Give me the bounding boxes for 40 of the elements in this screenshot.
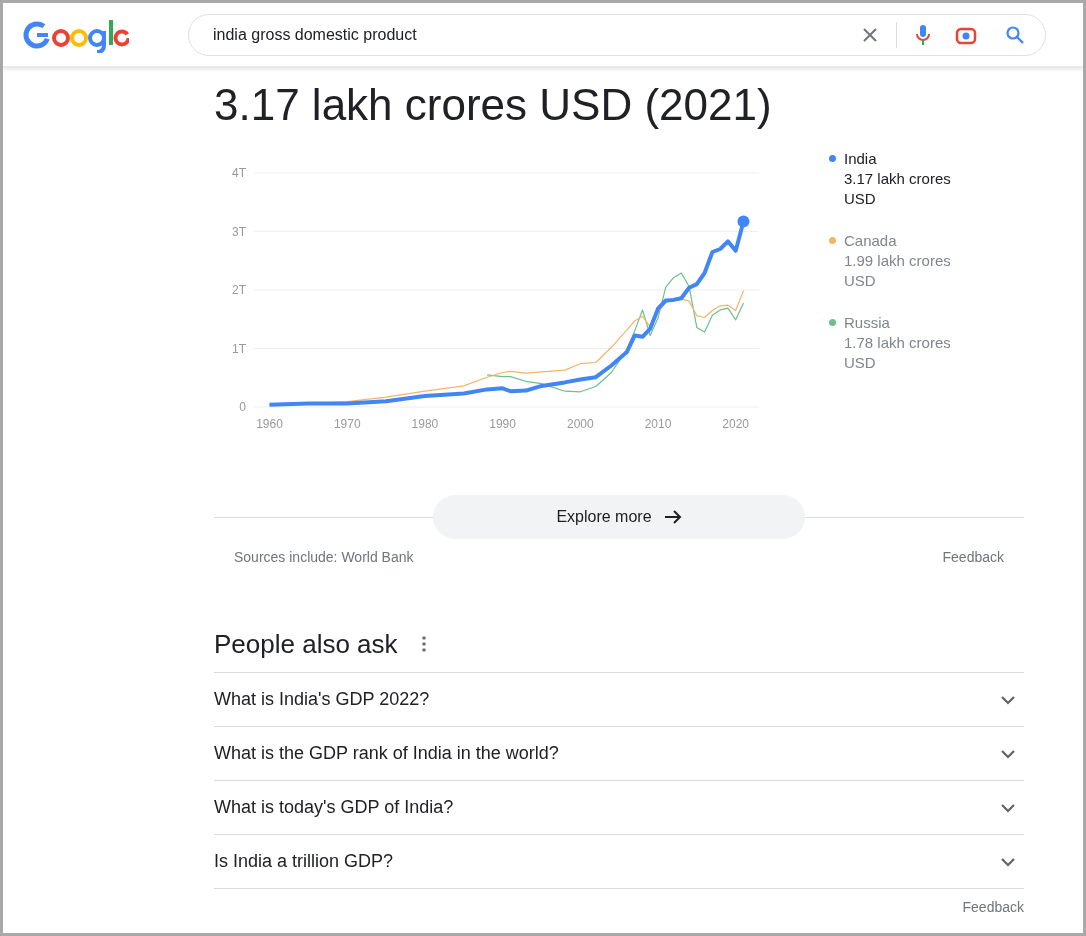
y-tick-label: 0 <box>239 400 246 414</box>
feedback-link[interactable]: Feedback <box>942 547 1004 568</box>
legend-item[interactable]: Russia 1.78 lakh crores USD <box>844 313 969 373</box>
x-tick-label: 2010 <box>644 417 672 431</box>
question-text: Is India a trillion GDP? <box>214 850 394 873</box>
chevron-down-icon <box>1000 748 1016 759</box>
question-row[interactable]: What is the GDP rank of India in the world? <box>214 727 1024 781</box>
y-tick-label: 2T <box>232 283 246 297</box>
feedback-link[interactable]: Feedback <box>962 897 1024 918</box>
chevron-down-icon <box>1000 856 1016 867</box>
x-tick-label: 1960 <box>256 417 283 431</box>
x-tick-label: 1980 <box>411 417 439 431</box>
sources-text: Sources include: World Bank <box>234 548 414 567</box>
question-row[interactable]: What is today's GDP of India? <box>214 781 1024 835</box>
y-tick-label: 3T <box>232 224 246 239</box>
microphone-icon[interactable] <box>915 22 931 47</box>
answer-headline: 3.17 lakh crores USD (2021) <box>214 79 773 131</box>
legend-item[interactable]: Canada 1.99 lakh crores USD <box>844 231 969 291</box>
close-icon[interactable] <box>862 26 878 43</box>
legend-item[interactable]: India 3.17 lakh crores USD <box>844 149 969 209</box>
y-tick-label: 4T <box>232 166 246 180</box>
question-text: What is today's GDP of India? <box>214 796 454 819</box>
more-options-icon[interactable] <box>421 636 426 652</box>
explore-more-button[interactable]: Explore more <box>433 495 805 539</box>
search-query: india gross domestic product <box>213 24 418 45</box>
chevron-down-icon <box>1000 802 1016 813</box>
question-row[interactable]: Is India a trillion GDP? <box>214 835 1024 889</box>
section-title: People also ask <box>214 627 398 661</box>
x-tick-label: 2020 <box>722 417 750 431</box>
chevron-down-icon <box>1000 694 1016 705</box>
x-tick-label: 1970 <box>333 417 361 431</box>
search-icon[interactable] <box>1005 24 1025 45</box>
question-text: What is India's GDP 2022? <box>214 688 430 711</box>
question-text: What is the GDP rank of India in the world? <box>214 742 559 765</box>
y-tick-label: 1T <box>232 341 246 356</box>
arrow-right-icon <box>663 509 682 525</box>
x-tick-label: 1990 <box>489 417 516 431</box>
x-tick-label: 2000 <box>566 417 594 431</box>
question-row[interactable]: What is India's GDP 2022? <box>214 673 1024 727</box>
end-point-marker <box>737 215 750 228</box>
